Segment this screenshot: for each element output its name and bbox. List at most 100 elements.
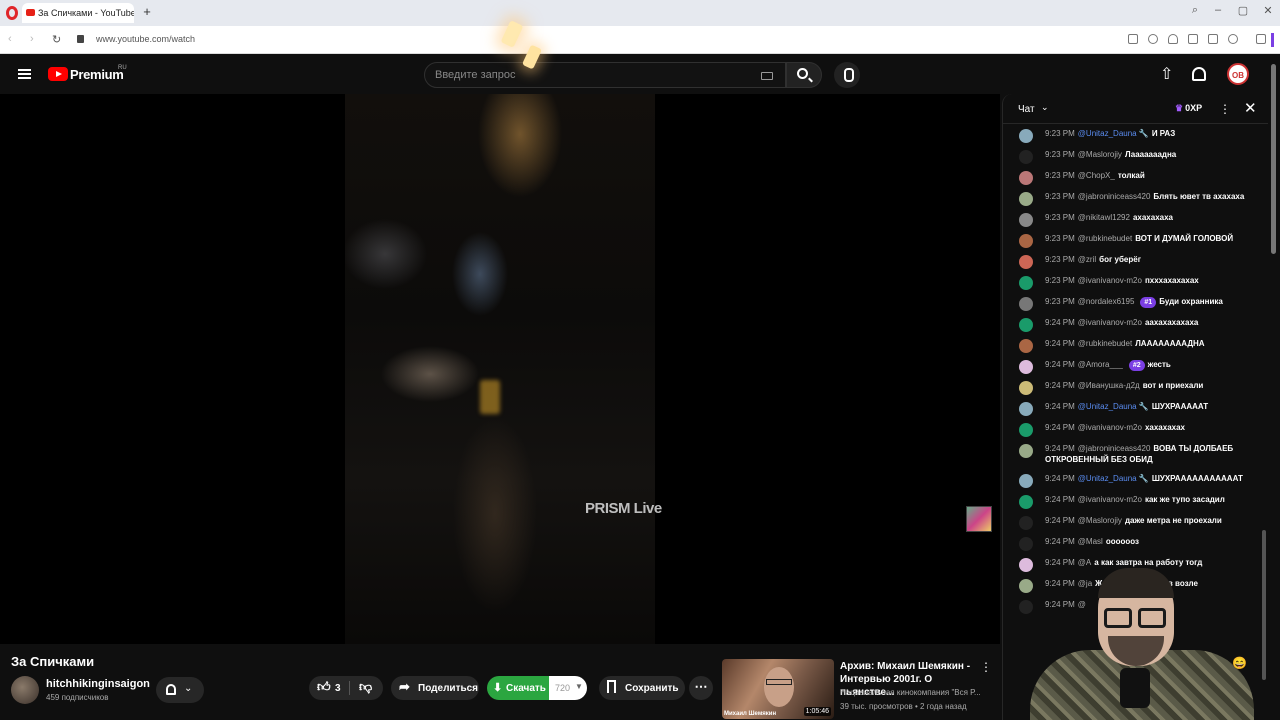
profile-icon[interactable] [1228,34,1238,44]
thumbs-up-icon[interactable]: 👍︎ [317,679,331,695]
chat-message[interactable]: 9:23 PM @nikitawl1292 ахахахаха [1003,208,1268,229]
chat-message[interactable]: 9:24 PM @Masl ооооооз [1003,532,1268,553]
new-tab-button[interactable]: + [140,5,154,19]
download-icon[interactable] [1188,34,1198,44]
chat-author[interactable]: @nikitawl1292 [1078,213,1130,222]
chat-message[interactable]: 9:24 PM @Maslorojiy даже метра не проехали [1003,511,1268,532]
chat-author[interactable]: @Unitaz_Dauna 🔧 [1078,474,1149,483]
page-scrollbar[interactable] [1268,56,1280,720]
subscription-bell-button[interactable]: ⌄ [156,677,204,703]
chat-message[interactable]: 9:24 PM @ivanivanov-m2o хахахахах [1003,418,1268,439]
camera-icon[interactable] [1128,34,1138,44]
channel-watermark-icon[interactable] [966,506,992,532]
chat-author[interactable]: @ivanivanov-m2o [1078,495,1142,504]
chat-avatar[interactable] [1019,297,1033,311]
scrollbar-thumb[interactable] [1271,64,1276,254]
chat-message[interactable]: 9:23 PM @Unitaz_Dauna 🔧 И РАЗ [1003,124,1268,145]
chat-avatar[interactable] [1019,495,1033,509]
chat-avatar[interactable] [1019,537,1033,551]
chat-message[interactable]: 9:24 PM @Иванушка-д2д вот и приехали [1003,376,1268,397]
search-button[interactable] [786,62,822,88]
notifications-bell-icon[interactable] [1192,67,1206,81]
chat-avatar[interactable] [1019,276,1033,290]
chat-avatar[interactable] [1019,192,1033,206]
recommended-video-thumbnail[interactable]: Михаил Шемякин 1:05:46 [722,659,834,719]
chat-avatar[interactable] [1019,318,1033,332]
chat-author[interactable]: @ivanivanov-m2o [1078,318,1142,327]
chat-more-icon[interactable]: ⋮ [1219,102,1231,116]
chat-avatar[interactable] [1019,150,1033,164]
chat-author[interactable]: @nordalex6195 [1078,297,1135,306]
close-window-button[interactable]: ✕ [1260,4,1276,17]
upload-icon[interactable]: ⇧ [1160,67,1174,83]
chat-author[interactable]: @ivanivanov-m2o [1078,276,1142,285]
browser-tab[interactable]: За Спичками - YouTube [22,3,134,23]
save-button[interactable]: Сохранить [599,676,685,700]
emoji-icon[interactable]: 😄 [1232,656,1247,670]
chat-message[interactable]: 9:24 PM @Unitaz_Dauna 🔧 ШУХРАААААААААААТ [1003,469,1268,490]
back-button[interactable]: ‹ [8,33,12,45]
chat-message[interactable]: 9:23 PM @jabroniniceass420 Блять ювет тв а… [1003,187,1268,208]
chat-avatar[interactable] [1019,444,1033,458]
like-count[interactable]: 3 [335,683,341,694]
chat-scrollbar[interactable] [1262,530,1266,680]
chat-author[interactable]: @Иванушка-д2д [1078,381,1140,390]
menu-list-icon[interactable] [1208,34,1218,44]
chat-avatar[interactable] [1019,213,1033,227]
account-avatar[interactable]: ОВ [1227,63,1249,85]
search-input[interactable] [435,69,735,81]
chat-author[interactable]: @jabroniniceass420 [1078,444,1151,453]
channel-name[interactable]: hitchhikinginsaigon [46,678,150,690]
extensions-icon[interactable] [1256,34,1266,44]
chat-avatar[interactable] [1019,360,1033,374]
chat-author[interactable]: @Masl [1078,537,1103,546]
shield-icon[interactable] [1148,34,1158,44]
maximize-button[interactable]: ▢ [1235,4,1251,17]
chat-author[interactable]: @Maslorojiy [1078,516,1122,525]
chat-avatar[interactable] [1019,255,1033,269]
chat-avatar[interactable] [1019,339,1033,353]
reload-button[interactable]: ↻ [52,33,61,46]
hamburger-menu-icon[interactable] [18,69,31,79]
channel-points-button[interactable]: ♛ 0XP [1175,103,1202,114]
chat-author[interactable]: @zril [1078,255,1096,264]
forward-button[interactable]: › [30,33,34,45]
minimize-button[interactable]: – [1210,4,1226,16]
chat-author[interactable]: @rubkinebudet [1078,339,1132,348]
chat-avatar[interactable] [1019,474,1033,488]
opera-logo-icon[interactable] [6,6,18,20]
chat-author[interactable]: @Amora___ [1078,360,1123,369]
chat-author[interactable]: @Maslorojiy [1078,150,1122,159]
chat-author[interactable]: @Unitaz_Dauna 🔧 [1078,129,1149,138]
chat-avatar[interactable] [1019,234,1033,248]
chat-author[interactable]: @ChopX_ [1078,171,1115,180]
recommended-channel[interactable]: Национальная кинокомпания "Вся Р... [840,688,990,697]
search-tabs-icon[interactable]: ⌕ [1187,4,1203,17]
chat-message[interactable]: 9:23 PM @zril бог уберёг [1003,250,1268,271]
chat-message[interactable]: 9:24 PM @jabroniniceass420 ВОВА ТЫ ДОЛБАЕБ… [1003,439,1268,469]
chat-avatar[interactable] [1019,402,1033,416]
youtube-logo-icon[interactable] [48,67,68,81]
chat-avatar[interactable] [1019,129,1033,143]
chat-message[interactable]: 9:24 PM @Unitaz_Dauna 🔧 ШУХРАААААТ [1003,397,1268,418]
keyboard-icon[interactable] [761,72,773,80]
chat-message[interactable]: 9:23 PM @ivanivanov-m2o пхххахахахах [1003,271,1268,292]
chat-message[interactable]: 9:23 PM @rubkinebudet ВОТ И ДУМАЙ ГОЛОВОЙ [1003,229,1268,250]
chat-message[interactable]: 9:23 PM @ChopX_ толкай [1003,166,1268,187]
chat-author[interactable]: @jabroniniceass420 [1078,192,1151,201]
url-field[interactable]: www.youtube.com/watch [96,34,195,44]
chat-message[interactable]: 9:24 PM @rubkinebudet ЛААААААААДНА [1003,334,1268,355]
chat-avatar[interactable] [1019,423,1033,437]
chat-avatar[interactable] [1019,381,1033,395]
video-player[interactable] [0,94,1000,644]
chevron-down-icon[interactable]: ⌄ [1041,102,1049,113]
download-button[interactable]: ⬇ Скачать [487,676,549,700]
more-actions-button[interactable]: ⋯ [689,676,713,700]
chat-avatar[interactable] [1019,516,1033,530]
heart-icon[interactable] [1168,34,1178,44]
chat-message[interactable]: 9:24 PM @Amora___ #2 жесть [1003,355,1268,376]
chat-avatar[interactable] [1019,171,1033,185]
close-chat-icon[interactable]: ✕ [1244,99,1257,117]
chat-message[interactable]: 9:24 PM @ivanivanov-m2o как же тупо засади… [1003,490,1268,511]
chat-message[interactable]: 9:24 PM @ivanivanov-m2o аахахахахаха [1003,313,1268,334]
